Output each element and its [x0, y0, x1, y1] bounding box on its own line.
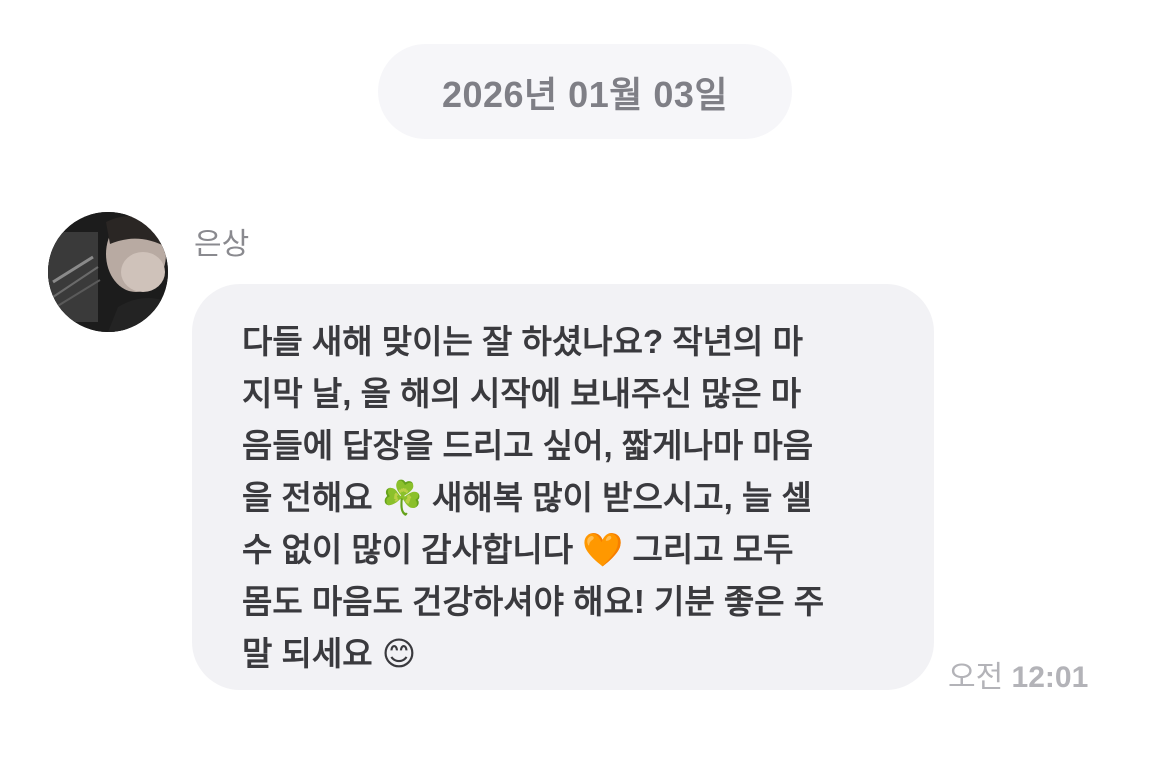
avatar[interactable]	[48, 212, 168, 332]
timestamp-period: 오전	[948, 661, 1004, 694]
timestamp-time: 12:01	[1011, 661, 1089, 694]
message-text: 다들 새해 맞이는 잘 하셨나요? 작년의 마 지막 날, 올 해의 시작에 보…	[242, 323, 825, 672]
message-timestamp: 오전 12:01	[948, 652, 1088, 696]
message-bubble[interactable]: 다들 새해 맞이는 잘 하셨나요? 작년의 마 지막 날, 올 해의 시작에 보…	[192, 284, 934, 690]
profile-photo-icon	[48, 212, 168, 332]
sender-name: 은상	[194, 228, 250, 261]
date-separator: 2026년 01월 03일	[378, 44, 792, 139]
